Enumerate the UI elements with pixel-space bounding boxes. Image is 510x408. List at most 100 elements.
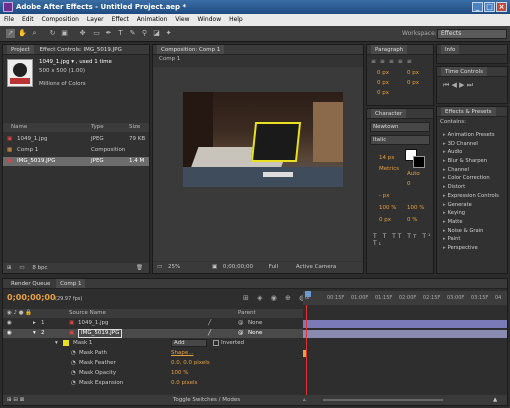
mask-property-row[interactable]: ◔ Mask Path Shape...: [3, 349, 303, 358]
stopwatch-icon[interactable]: ◔: [71, 379, 76, 388]
effect-category[interactable]: Animation Presets: [437, 131, 507, 140]
menu-view[interactable]: View: [175, 16, 189, 23]
font-size-value[interactable]: 14 px: [379, 155, 395, 161]
effect-category[interactable]: Distort: [437, 183, 507, 192]
layer-switch-icon[interactable]: ╱: [208, 329, 211, 338]
column-source-name[interactable]: Source Name: [69, 309, 106, 318]
layer-1-duration-bar[interactable]: [303, 320, 507, 328]
property-value[interactable]: 100 %: [171, 369, 188, 378]
effect-category[interactable]: Color Correction: [437, 174, 507, 183]
zoom-dropdown[interactable]: 25%: [168, 264, 180, 270]
zoom-out-icon[interactable]: ▵: [303, 395, 306, 405]
property-value[interactable]: 0.0, 0.0 pixels: [171, 359, 210, 368]
effects-search-input[interactable]: [440, 119, 504, 129]
font-family-dropdown[interactable]: Newtown: [370, 122, 430, 132]
toggle-switches-modes-button[interactable]: Toggle Switches / Modes: [173, 395, 240, 405]
stopwatch-icon[interactable]: ◔: [71, 369, 76, 378]
timeline-layer-row[interactable]: ◉ ▸ 1 ▣ 1049_1.jpg ╱ @ None: [3, 319, 303, 328]
type-tool-icon[interactable]: T: [116, 29, 125, 38]
baseline-shift-value[interactable]: 0 px: [379, 217, 391, 223]
menu-edit[interactable]: Edit: [22, 16, 34, 23]
expand-arrow-icon[interactable]: ▸: [33, 319, 36, 328]
playback-buttons[interactable]: ⏮ ◀ ▶ ⏭: [443, 81, 473, 90]
tab-character[interactable]: Character: [371, 109, 407, 118]
effect-category[interactable]: Noise & Grain: [437, 227, 507, 236]
effect-category[interactable]: Audio: [437, 148, 507, 157]
mask-mode-dropdown[interactable]: Add: [171, 339, 207, 347]
effect-category[interactable]: Keying: [437, 209, 507, 218]
parent-pickwhip-icon[interactable]: @: [238, 329, 244, 338]
expand-arrow-icon[interactable]: ▾: [55, 339, 58, 348]
timecode-display[interactable]: 0;00;00;00: [223, 264, 253, 270]
leading-value[interactable]: Auto: [407, 171, 420, 177]
rotation-tool-icon[interactable]: ↻: [48, 29, 57, 38]
resolution-dropdown[interactable]: Full: [269, 264, 278, 270]
layer-switch-icon[interactable]: ╱: [208, 319, 211, 328]
effect-category[interactable]: Channel: [437, 166, 507, 175]
expand-arrow-icon[interactable]: ▾: [33, 329, 36, 338]
tab-info[interactable]: Info: [441, 45, 460, 54]
text-style-buttons[interactable]: T T TT Tт T¹ T₁: [373, 233, 433, 247]
parent-dropdown[interactable]: None: [248, 329, 262, 338]
indent-first-value[interactable]: 0 px: [377, 90, 389, 96]
property-value[interactable]: Shape...: [171, 349, 193, 358]
menu-effect[interactable]: Effect: [112, 16, 129, 23]
column-size[interactable]: Size: [129, 123, 140, 132]
zoom-in-icon[interactable]: ▲: [493, 395, 497, 405]
trash-icon[interactable]: 🗑: [136, 263, 143, 273]
menu-file[interactable]: File: [4, 16, 14, 23]
camera-tool-icon[interactable]: ▣: [60, 29, 69, 38]
workspace-dropdown[interactable]: Effects: [437, 29, 507, 39]
effect-category[interactable]: Matte: [437, 218, 507, 227]
mask-property-row[interactable]: ◔ Mask Expansion 0.0 pixels: [3, 379, 303, 388]
menu-animation[interactable]: Animation: [137, 16, 168, 23]
visibility-eye-icon[interactable]: ◉: [7, 319, 12, 328]
stroke-width-value[interactable]: - px: [379, 193, 389, 199]
vertical-scale-value[interactable]: 100 %: [379, 205, 396, 211]
effect-category[interactable]: Paint: [437, 235, 507, 244]
camera-dropdown[interactable]: Active Camera: [296, 264, 336, 270]
parent-pickwhip-icon[interactable]: @: [238, 319, 244, 328]
always-preview-icon[interactable]: ▭: [157, 264, 162, 270]
tab-effect-controls[interactable]: Effect Controls: IMG_5019.JPG: [36, 45, 126, 54]
expand-panes-icons[interactable]: ⊞ ⊟ ⊠: [7, 395, 24, 405]
space-after-value[interactable]: 0 px: [407, 80, 419, 86]
parent-dropdown[interactable]: None: [248, 319, 262, 328]
pan-behind-tool-icon[interactable]: ✥: [78, 29, 87, 38]
align-buttons[interactable]: ≡ ≡ ≡ ≡ ≡: [371, 58, 413, 65]
tab-effects-presets[interactable]: Effects & Presets: [441, 107, 496, 116]
menu-window[interactable]: Window: [197, 16, 221, 23]
column-parent[interactable]: Parent: [238, 309, 256, 318]
tab-composition[interactable]: Composition: Comp 1: [157, 45, 225, 54]
indent-left-value[interactable]: 0 px: [377, 70, 389, 76]
space-before-value[interactable]: 0 px: [377, 80, 389, 86]
tab-time-controls[interactable]: Time Controls: [441, 67, 487, 76]
indent-right-value[interactable]: 0 px: [407, 70, 419, 76]
visibility-eye-icon[interactable]: ◉: [7, 329, 12, 338]
column-name[interactable]: Name: [11, 123, 27, 132]
font-style-dropdown[interactable]: Italic: [370, 135, 430, 145]
effect-category[interactable]: Perspective: [437, 244, 507, 253]
brush-tool-icon[interactable]: ✎: [128, 29, 137, 38]
stopwatch-icon[interactable]: ◔: [71, 359, 76, 368]
layer-2-duration-bar[interactable]: [303, 330, 507, 338]
comp-viewer[interactable]: [153, 67, 363, 261]
selection-tool-icon[interactable]: ➚: [6, 29, 15, 38]
close-button[interactable]: ×: [496, 2, 507, 12]
new-folder-icon[interactable]: ▭: [19, 265, 24, 271]
eraser-tool-icon[interactable]: ◪: [152, 29, 161, 38]
stroke-color-swatch[interactable]: [413, 156, 425, 168]
effect-category[interactable]: 3D Channel: [437, 140, 507, 149]
effect-category[interactable]: Expression Controls: [437, 192, 507, 201]
project-item[interactable]: ▣ IMG_5019.JPG JPEG 1.4 M: [3, 157, 149, 166]
minimize-button[interactable]: _: [472, 2, 483, 12]
mask-property-row[interactable]: ◔ Mask Opacity 100 %: [3, 369, 303, 378]
time-ruler[interactable]: 0F 00:15F 01:00F 01:15F 02:00F 02:15F 03…: [303, 291, 507, 305]
project-item[interactable]: ▦ Comp 1 Composition: [3, 146, 149, 155]
pen-tool-icon[interactable]: ✒: [104, 29, 113, 38]
maximize-button[interactable]: □: [484, 2, 495, 12]
mask-row[interactable]: ▾ Mask 1 Add Inverted: [3, 339, 303, 348]
hand-tool-icon[interactable]: ✋: [18, 29, 27, 38]
effect-category[interactable]: Blur & Sharpen: [437, 157, 507, 166]
snapshot-icon[interactable]: ▣: [212, 264, 217, 270]
